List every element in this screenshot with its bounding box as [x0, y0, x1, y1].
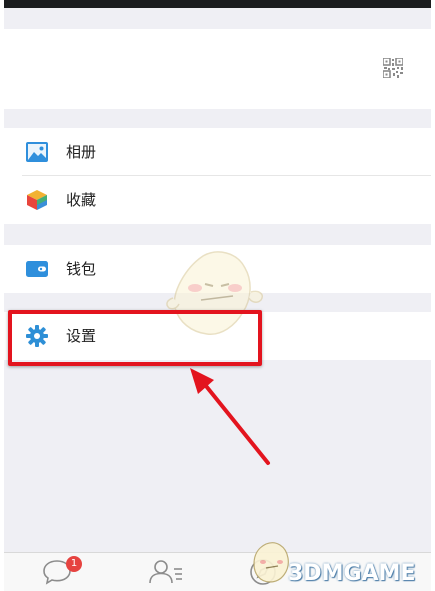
- highlight-frame: [8, 310, 262, 366]
- tab-contacts[interactable]: [148, 557, 184, 587]
- image-icon: [26, 142, 48, 162]
- menu-label-favorites: 收藏: [66, 191, 97, 209]
- profile-card[interactable]: [4, 29, 431, 109]
- watermark-logo-text: 3DMGAME: [288, 561, 416, 586]
- status-bar: [4, 0, 431, 8]
- wallet-icon: [26, 261, 48, 277]
- menu-label-wallet: 钱包: [66, 260, 97, 278]
- tab-chats[interactable]: 1: [42, 556, 82, 587]
- qr-code-icon[interactable]: [383, 58, 403, 78]
- menu-label-album: 相册: [66, 143, 97, 161]
- cube-icon: [27, 190, 47, 210]
- menu-item-album[interactable]: 相册: [4, 128, 431, 176]
- unread-badge: 1: [66, 556, 82, 572]
- menu-item-favorites[interactable]: 收藏: [4, 176, 431, 224]
- menu-group-1: 相册 收藏: [4, 128, 431, 224]
- contacts-icon: [149, 560, 182, 584]
